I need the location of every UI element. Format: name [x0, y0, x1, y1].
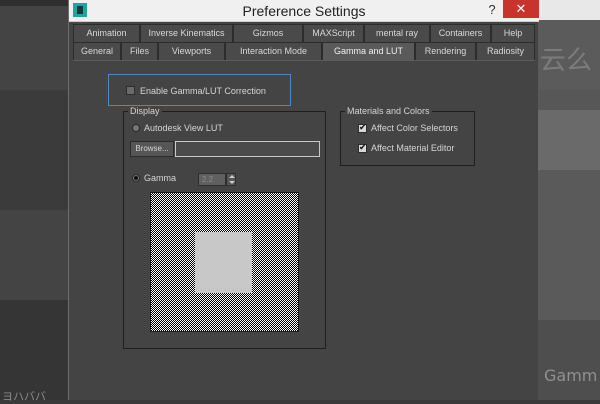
preference-settings-dialog: Preference Settings ? ✕ Animation Invers… [68, 0, 539, 400]
background-block [538, 170, 600, 320]
tab-viewports[interactable]: Viewports [158, 42, 225, 60]
affect-material-editor-label[interactable]: Affect Material Editor [371, 143, 454, 153]
tab-rendering[interactable]: Rendering [415, 42, 476, 60]
tab-help[interactable]: Help [491, 24, 535, 42]
gamma-preview-square [195, 232, 252, 293]
affect-material-editor-checkbox[interactable] [358, 143, 367, 153]
lut-path-field[interactable] [175, 141, 320, 157]
browse-button[interactable]: Browse... [130, 141, 174, 157]
materials-colors-title: Materials and Colors [345, 106, 432, 116]
background-strip [0, 0, 68, 6]
display-group-title: Display [128, 106, 162, 116]
tab-gizmos[interactable]: Gizmos [233, 24, 303, 42]
background-right: 云么 Gamm [538, 0, 600, 400]
tab-general[interactable]: General [73, 42, 121, 60]
tab-animation[interactable]: Animation [73, 24, 140, 42]
tab-row-1: Animation Inverse Kinematics Gizmos MAXS… [73, 24, 535, 42]
gamma-lut-panel: Enable Gamma/LUT Correction Display Auto… [73, 60, 535, 400]
enable-gamma-group: Enable Gamma/LUT Correction [108, 74, 291, 106]
gamma-preview-pattern [150, 192, 299, 332]
background-bottom [0, 300, 68, 400]
background-block [538, 110, 600, 170]
window-title: Preference Settings [242, 3, 366, 19]
background-left: ヨハババ [0, 0, 68, 403]
background-block [538, 320, 600, 400]
autodesk-view-lut-label[interactable]: Autodesk View LUT [144, 123, 223, 133]
background-text-right-top: 云么 [540, 46, 593, 76]
gamma-spinner-arrows[interactable] [226, 173, 236, 186]
tab-radiosity[interactable]: Radiosity [476, 42, 535, 60]
tab-inverse-kinematics[interactable]: Inverse Kinematics [140, 24, 233, 42]
enable-gamma-checkbox[interactable] [126, 86, 135, 95]
background-panel [0, 90, 68, 210]
gamma-value-field[interactable]: 2.2 [198, 173, 226, 186]
help-button[interactable]: ? [485, 2, 499, 18]
close-button[interactable]: ✕ [503, 0, 539, 18]
display-group: Display Autodesk View LUT Browse... Gamm… [123, 106, 326, 349]
background-text-right-bottom: Gamm [544, 366, 598, 385]
autodesk-view-lut-radio[interactable] [132, 124, 140, 132]
affect-color-selectors-checkbox[interactable] [358, 123, 367, 133]
tab-row-2: General Files Viewports Interaction Mode… [73, 42, 535, 60]
materials-colors-group: Materials and Colors Affect Color Select… [340, 106, 475, 166]
title-bar[interactable]: Preference Settings ? ✕ [69, 0, 539, 22]
affect-color-selectors-label[interactable]: Affect Color Selectors [371, 123, 458, 133]
enable-gamma-label[interactable]: Enable Gamma/LUT Correction [140, 86, 266, 96]
background-text-left: ヨハババ [2, 390, 46, 403]
background-header [538, 0, 600, 20]
tab-gamma-and-lut[interactable]: Gamma and LUT [322, 42, 415, 60]
tab-containers[interactable]: Containers [430, 24, 491, 42]
tab-files[interactable]: Files [121, 42, 158, 60]
tab-mental-ray[interactable]: mental ray [364, 24, 430, 42]
gamma-label[interactable]: Gamma [144, 173, 176, 183]
tab-interaction-mode[interactable]: Interaction Mode [225, 42, 322, 60]
tab-maxscript[interactable]: MAXScript [303, 24, 364, 42]
gamma-radio[interactable] [132, 174, 140, 182]
